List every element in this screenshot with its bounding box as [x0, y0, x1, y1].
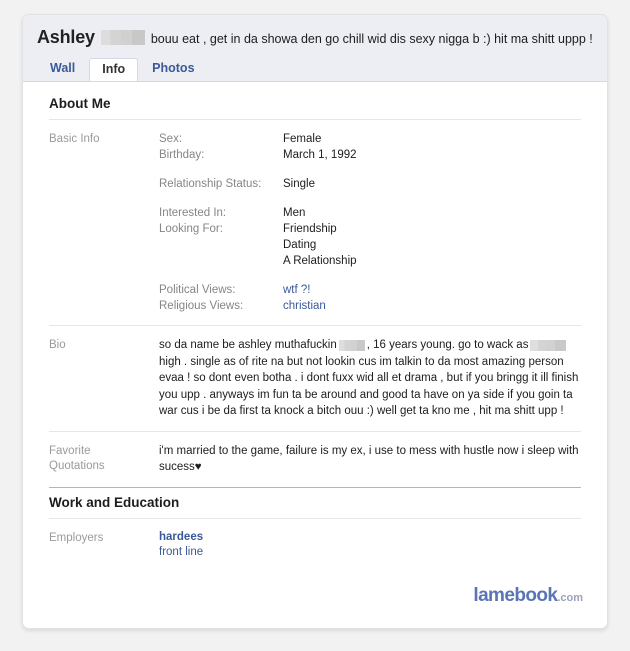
row-favorite-quotations: Favorite Quotations i'm married to the g… [49, 430, 581, 487]
row-label-favorite-quotations-line2: Quotations [49, 459, 105, 472]
name-and-status-line: Ashley bouu eat , get in da showa den go … [23, 27, 607, 49]
tab-info[interactable]: Info [89, 58, 139, 81]
field-key-interested-in: Interested In: [159, 207, 227, 219]
field-key-political-views: Political Views: [159, 284, 236, 296]
watermark-brand: lamebook [473, 585, 558, 606]
redacted-bio-blur-1 [338, 339, 365, 351]
row-label-favorite-quotations: Favorite Quotations [49, 443, 159, 476]
link-religious-views[interactable]: christian [283, 300, 326, 312]
bio-text-part-2: , 16 years young. go to wack as [366, 339, 529, 351]
link-employer-position[interactable]: front line [159, 546, 203, 558]
field-spacer-1 [159, 163, 357, 176]
row-employers: Employers hardees front line [49, 517, 581, 571]
field-value-looking-for-3: A Relationship [283, 255, 357, 267]
row-basic-info: Basic Info Sex: Female Birthday: March 1… [49, 119, 581, 325]
row-label-employers: Employers [49, 531, 104, 544]
bio-text-part-1: so da name be ashley muthafuckin [159, 339, 337, 351]
bio-text-part-3: high . single as of rite na but not look… [159, 355, 579, 418]
employer-name-wrap: hardees [159, 530, 581, 545]
redacted-lastname-blur [100, 30, 145, 46]
row-label-bio: Bio [49, 339, 66, 351]
basic-info-field-table: Sex: Female Birthday: March 1, 1992 Rela… [159, 131, 357, 314]
field-sex: Sex: Female [159, 131, 357, 147]
profile-name: Ashley [37, 27, 95, 47]
field-key-relationship-status: Relationship Status: [159, 178, 262, 190]
field-key-looking-for: Looking For: [159, 223, 223, 235]
row-content-bio: so da name be ashley muthafuckin , 16 yea… [159, 337, 581, 420]
page-background: Ashley bouu eat , get in da showa den go … [0, 0, 630, 651]
row-content-employers: hardees front line [159, 530, 581, 560]
row-content-basic-info: Sex: Female Birthday: March 1, 1992 Rela… [159, 131, 581, 314]
section-heading-about-me: About Me [49, 96, 111, 111]
field-key-religious-views: Religious Views: [159, 300, 244, 312]
profile-header: Ashley bouu eat , get in da showa den go … [23, 15, 607, 82]
row-bio: Bio so da name be ashley muthafuckin , 16… [49, 325, 581, 431]
tab-photos[interactable]: Photos [139, 57, 207, 81]
field-value-looking-for-2: Dating [283, 239, 317, 251]
field-interested-in: Interested In: Men [159, 205, 357, 221]
field-spacer-2 [159, 192, 357, 205]
field-value-looking-for-1: Friendship [283, 223, 337, 235]
field-key-blank-1 [159, 237, 283, 253]
field-key-birthday: Birthday: [159, 149, 205, 161]
field-value-sex: Female [283, 133, 322, 145]
field-looking-for-3: A Relationship [159, 253, 357, 269]
redacted-bio-blur-2 [530, 339, 567, 351]
employer-position-wrap: front line [159, 545, 581, 560]
profile-card: Ashley bouu eat , get in da showa den go … [22, 14, 608, 629]
field-value-political-views: wtf ?! [283, 282, 357, 298]
row-label-basic-info: Basic Info [49, 133, 100, 145]
field-value-religious-views: christian [283, 298, 357, 314]
profile-status-text: bouu eat , get in da showa den go chill … [150, 32, 593, 46]
field-value-relationship-status: Single [283, 178, 315, 190]
field-birthday: Birthday: March 1, 1992 [159, 147, 357, 163]
row-content-favorite-quotations: i'm married to the game, failure is my e… [159, 444, 579, 474]
field-spacer-3 [159, 269, 357, 282]
field-political-views: Political Views: wtf ?! [159, 282, 357, 298]
field-looking-for: Looking For: Friendship [159, 221, 357, 237]
field-relationship-status: Relationship Status: Single [159, 176, 357, 192]
field-key-blank-2 [159, 253, 283, 269]
profile-tab-bar: Wall Info Photos [23, 49, 607, 81]
field-value-birthday: March 1, 1992 [283, 149, 357, 161]
profile-info-body: About Me Basic Info Sex: Female Birthday… [23, 82, 607, 571]
field-value-interested-in: Men [283, 207, 306, 219]
row-label-favorite-quotations-line1: Favorite [49, 444, 91, 457]
link-employer-name[interactable]: hardees [159, 531, 203, 543]
lamebook-watermark: lamebook.com [473, 586, 583, 608]
field-looking-for-2: Dating [159, 237, 357, 253]
watermark-tld: .com [557, 592, 583, 604]
section-heading-work-and-education: Work and Education [49, 486, 581, 518]
tab-wall[interactable]: Wall [37, 57, 88, 81]
link-political-views[interactable]: wtf ?! [283, 284, 310, 296]
field-religious-views: Religious Views: christian [159, 298, 357, 314]
field-key-sex: Sex: [159, 133, 183, 145]
